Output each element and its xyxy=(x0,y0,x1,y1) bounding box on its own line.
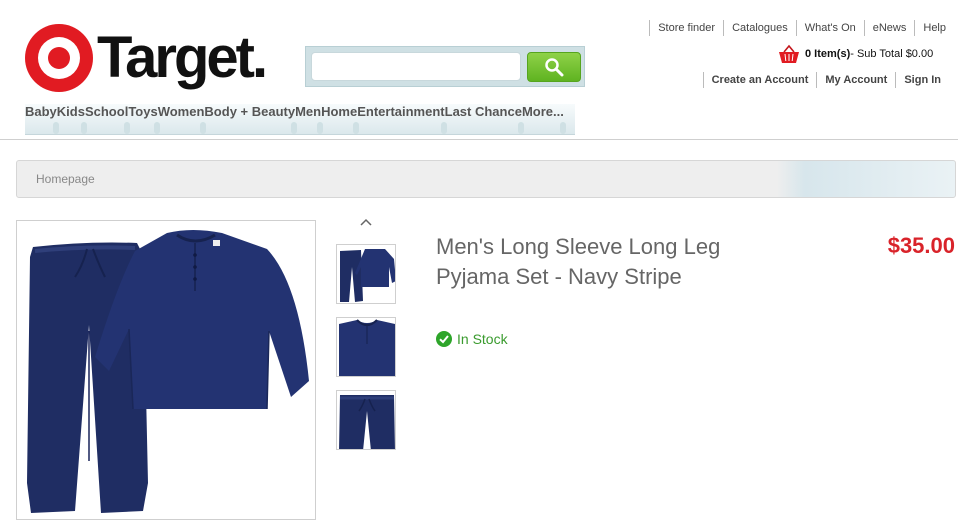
category-women[interactable]: Women xyxy=(158,104,207,134)
breadcrumb-home-link[interactable]: Homepage xyxy=(36,172,95,186)
utility-nav: Store finder Catalogues What's On eNews … xyxy=(649,20,946,36)
account-nav: Create an Account My Account Sign In xyxy=(702,72,941,88)
category-last-chance[interactable]: Last Chance xyxy=(445,104,525,134)
thumbnail-set-image xyxy=(340,249,395,302)
category-entertainment[interactable]: Entertainment xyxy=(357,104,448,134)
thumbnail-pants-image xyxy=(339,395,395,449)
category-school[interactable]: School xyxy=(85,104,131,134)
search-button[interactable] xyxy=(527,52,581,82)
cart-item-count: 0 Item(s) xyxy=(805,48,851,60)
stock-status: In Stock xyxy=(436,331,508,347)
magnifier-icon xyxy=(545,58,564,77)
shopping-basket-icon xyxy=(779,44,799,63)
product-thumbnail[interactable] xyxy=(336,317,396,377)
whats-on-link[interactable]: What's On xyxy=(795,20,864,36)
my-account-link[interactable]: My Account xyxy=(816,72,895,88)
breadcrumb: Homepage xyxy=(16,160,956,198)
chevron-up-icon[interactable] xyxy=(358,216,374,228)
product-title: Men's Long Sleeve Long Leg Pyjama Set - … xyxy=(436,234,721,289)
product-thumbnail[interactable] xyxy=(336,244,396,304)
cart-subtotal: - Sub Total $0.00 xyxy=(850,48,934,60)
brand-wordmark: Target. xyxy=(97,25,268,90)
enews-link[interactable]: eNews xyxy=(863,20,915,36)
product-main-image[interactable] xyxy=(16,220,316,520)
category-body-beauty[interactable]: Body + Beauty xyxy=(204,104,297,134)
mini-cart[interactable]: 0 Item(s) - Sub Total $0.00 xyxy=(778,43,958,65)
category-men[interactable]: Men xyxy=(295,104,324,134)
stock-label: In Stock xyxy=(457,331,508,347)
catalogues-link[interactable]: Catalogues xyxy=(723,20,796,36)
category-kids[interactable]: Kids xyxy=(57,104,88,134)
pyjama-set-image xyxy=(27,230,309,513)
search-input[interactable] xyxy=(311,52,521,81)
category-nav: Baby Kids School Toys Women Body + Beaut… xyxy=(25,104,575,135)
category-baby[interactable]: Baby xyxy=(25,104,59,134)
search-bar xyxy=(305,46,585,87)
product-price: $35.00 xyxy=(887,233,955,258)
help-link[interactable]: Help xyxy=(914,20,946,36)
category-more[interactable]: More... xyxy=(522,104,566,134)
sign-in-link[interactable]: Sign In xyxy=(895,72,941,88)
store-finder-link[interactable]: Store finder xyxy=(649,20,723,36)
product-thumbnail[interactable] xyxy=(336,390,396,450)
thumbnail-shirt-image xyxy=(339,319,395,376)
bullseye-logo-icon xyxy=(25,24,93,92)
header-divider xyxy=(0,139,958,140)
category-home[interactable]: Home xyxy=(321,104,360,134)
target-logo[interactable]: Target. xyxy=(25,24,268,92)
create-account-link[interactable]: Create an Account xyxy=(702,72,817,88)
check-circle-icon xyxy=(436,331,452,347)
category-toys[interactable]: Toys xyxy=(128,104,161,134)
